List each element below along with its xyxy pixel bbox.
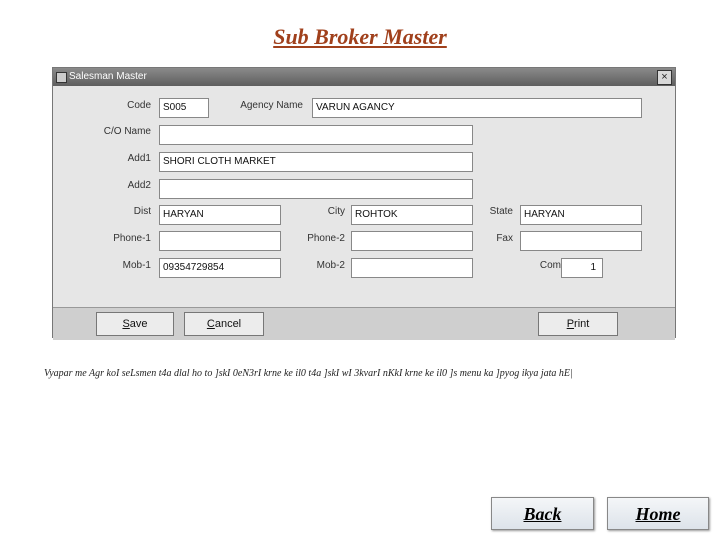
state-field[interactable]: HARYAN bbox=[520, 205, 642, 225]
page-title: Sub Broker Master bbox=[273, 24, 447, 49]
comm-field[interactable]: 1 bbox=[561, 258, 603, 278]
city-label: City bbox=[327, 206, 345, 217]
window-titlebar: Salesman Master × bbox=[53, 68, 675, 86]
save-button-mnemonic: S bbox=[122, 318, 130, 330]
phone2-label: Phone-2 bbox=[307, 233, 345, 244]
co-name-label: C/O Name bbox=[103, 126, 151, 137]
cancel-button[interactable]: Cancel bbox=[184, 312, 264, 336]
mob2-label: Mob-2 bbox=[316, 260, 345, 271]
agency-name-label: Agency Name bbox=[240, 100, 303, 111]
code-field[interactable]: S005 bbox=[159, 98, 209, 118]
window-title: Salesman Master bbox=[69, 71, 147, 82]
mob2-field[interactable] bbox=[351, 258, 473, 278]
print-button[interactable]: Print bbox=[538, 312, 618, 336]
cancel-button-mnemonic: C bbox=[206, 318, 215, 330]
state-label: State bbox=[489, 206, 513, 217]
mob1-label: Mob-1 bbox=[122, 260, 151, 271]
mob1-field[interactable]: 09354729854 bbox=[159, 258, 281, 278]
co-name-field[interactable] bbox=[159, 125, 473, 145]
dist-label: Dist bbox=[133, 206, 151, 217]
app-icon bbox=[56, 72, 67, 83]
add2-label: Add2 bbox=[127, 180, 151, 191]
add2-field[interactable] bbox=[159, 179, 473, 199]
fax-field[interactable] bbox=[520, 231, 642, 251]
add1-field[interactable]: SHORI CLOTH MARKET bbox=[159, 152, 473, 172]
phone1-label: Phone-1 bbox=[113, 233, 151, 244]
phone2-field[interactable] bbox=[351, 231, 473, 251]
save-button-label: ave bbox=[129, 318, 148, 330]
back-button[interactable]: Back bbox=[491, 497, 594, 530]
agency-name-field[interactable]: VARUN AGANCY bbox=[312, 98, 642, 118]
fax-label: Fax bbox=[496, 233, 513, 244]
description-text: Vyapar me Agr koI seLsmen t4a dlal ho to… bbox=[44, 368, 573, 379]
add1-label: Add1 bbox=[127, 153, 151, 164]
button-bar: Save Cancel Print bbox=[53, 307, 675, 340]
home-button[interactable]: Home bbox=[607, 497, 709, 530]
phone1-field[interactable] bbox=[159, 231, 281, 251]
print-button-label: rint bbox=[574, 318, 590, 330]
code-label: Code bbox=[127, 100, 151, 111]
save-button[interactable]: Save bbox=[96, 312, 174, 336]
close-icon[interactable]: × bbox=[657, 70, 672, 85]
dist-field[interactable]: HARYAN bbox=[159, 205, 281, 225]
cancel-button-label: ancel bbox=[214, 318, 242, 330]
city-field[interactable]: ROHTOK bbox=[351, 205, 473, 225]
salesman-master-window: Salesman Master × Code S005 Agency Name … bbox=[52, 67, 676, 340]
print-button-mnemonic: P bbox=[566, 318, 575, 330]
